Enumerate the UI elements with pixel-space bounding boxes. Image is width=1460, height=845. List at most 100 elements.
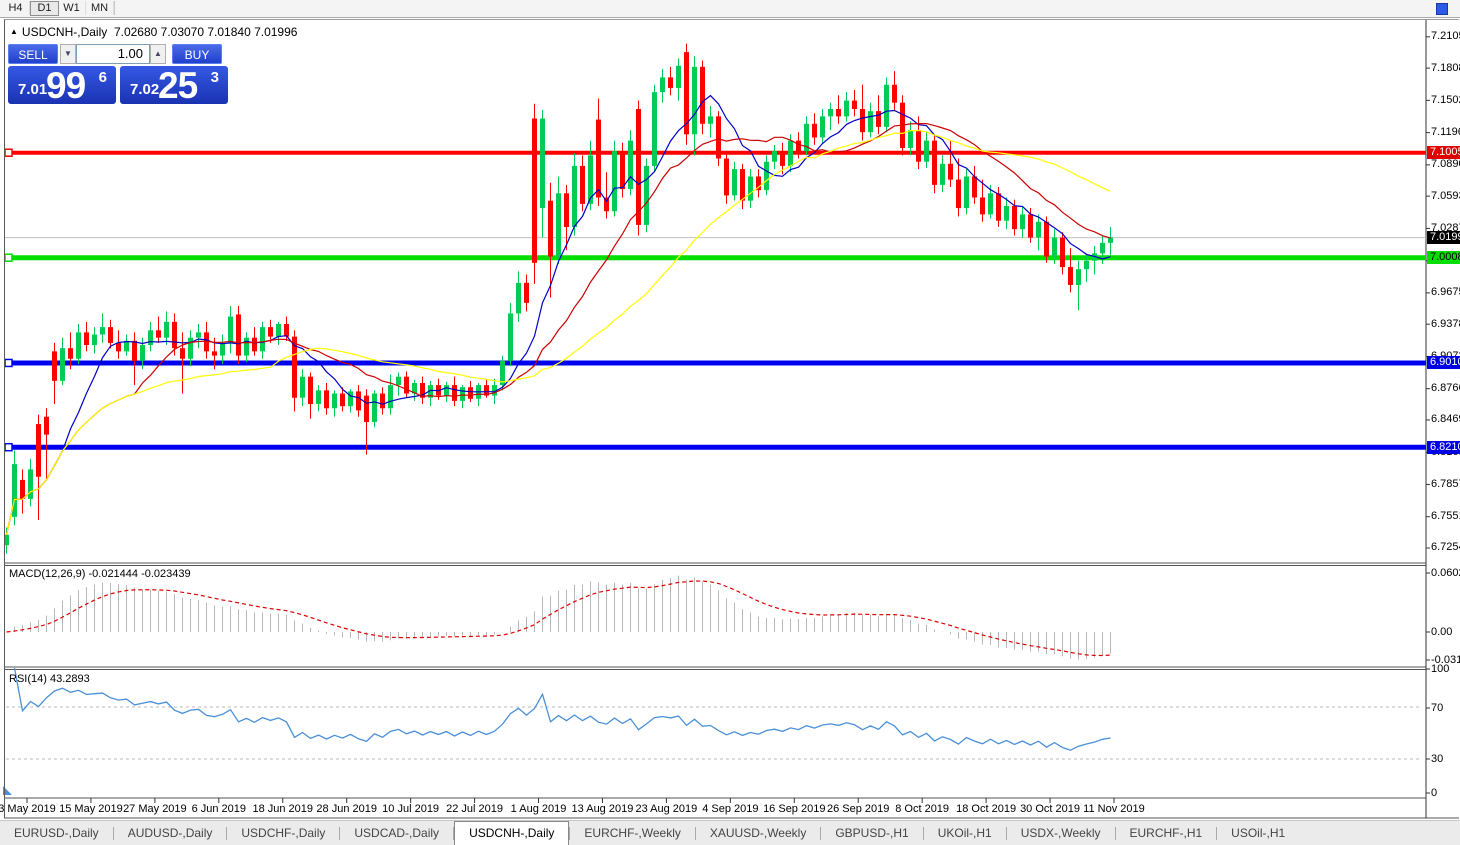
candle-body: [820, 116, 825, 137]
candle-body: [1012, 206, 1017, 229]
candle-body: [196, 332, 201, 337]
timeframe-toolbar: H4D1W1MN: [0, 0, 1460, 18]
candle-body: [732, 169, 737, 195]
chart-tab-usdx-weekly[interactable]: USDX-,Weekly: [1007, 821, 1115, 845]
candle-body: [388, 385, 393, 408]
candle-body: [972, 176, 977, 197]
candle-body: [628, 141, 633, 189]
candle-body: [892, 85, 897, 103]
candle-body: [156, 330, 161, 337]
candle-body: [164, 322, 169, 338]
candle-body: [644, 166, 649, 225]
candle-body: [1068, 267, 1073, 285]
candle-body: [380, 394, 385, 409]
candle-body: [260, 327, 265, 351]
sell-button[interactable]: SELL: [8, 44, 58, 64]
chart-canvas[interactable]: [0, 0, 1460, 845]
candle-body: [116, 343, 121, 351]
rsi-axis-label: 70: [1431, 702, 1443, 715]
toolbar-separator: [114, 1, 115, 15]
chart-tab-usdcad-daily[interactable]: USDCAD-,Daily: [340, 821, 453, 845]
price-axis-label: 7.15020: [1431, 94, 1460, 107]
candle-body: [468, 387, 473, 399]
ohlc-readout: 7.02680 7.03070 7.01840 7.01996: [114, 25, 298, 39]
chart-tab-usdcnh-daily[interactable]: USDCNH-,Daily: [454, 821, 569, 845]
trading-terminal-window: H4D1W1MN ▲ USDCNH-,Daily 7.02680 7.03070 …: [0, 0, 1460, 845]
candle-body: [1108, 238, 1113, 243]
candle-body: [556, 193, 561, 256]
candle-body: [948, 164, 953, 180]
candle-body: [1028, 214, 1033, 237]
candle-body: [692, 67, 697, 134]
candle-body: [876, 111, 881, 127]
rsi-line: [15, 668, 1111, 750]
candle-body: [20, 480, 25, 499]
candle-body: [172, 322, 177, 348]
price-axis-label: 7.05930: [1431, 190, 1460, 203]
candle-body: [780, 151, 785, 166]
buy-button[interactable]: BUY: [172, 44, 222, 64]
candle-body: [332, 394, 337, 409]
sell-price-big-digits: 99: [46, 65, 85, 107]
rsi-axis-label: 0: [1431, 787, 1437, 800]
volume-decrease-button[interactable]: ▼: [60, 44, 76, 64]
candle-body: [84, 332, 89, 345]
line-drag-handle[interactable]: [5, 149, 12, 156]
candle-body: [348, 391, 353, 406]
candle-body: [276, 324, 281, 337]
window-icon[interactable]: [1436, 3, 1448, 15]
chart-tab-usoil-h1[interactable]: USOil-,H1: [1217, 821, 1299, 845]
buy-price-display[interactable]: 7.02 25 3: [120, 66, 228, 104]
candle-body: [708, 116, 713, 123]
sell-price-pip-digit: 6: [99, 69, 107, 86]
price-level-badge: 6.82103: [1427, 441, 1460, 454]
candle-body: [988, 193, 993, 214]
candle-body: [60, 348, 65, 381]
chart-tab-xauusd-weekly[interactable]: XAUUSD-,Weekly: [696, 821, 820, 845]
buy-price-handle: 7.02: [130, 81, 159, 98]
timeframe-button-d1[interactable]: D1: [30, 1, 59, 16]
chart-frame-border: [4, 19, 5, 818]
chart-tab-eurchf-h1[interactable]: EURCHF-,H1: [1116, 821, 1217, 845]
candle-body: [92, 335, 97, 346]
collapse-arrow-icon[interactable]: ▲: [10, 27, 18, 36]
candle-body: [452, 385, 457, 401]
timeframe-button-h4[interactable]: H4: [2, 1, 30, 15]
candle-body: [924, 141, 929, 162]
chart-tab-eurchf-weekly[interactable]: EURCHF-,Weekly: [570, 821, 694, 845]
volume-increase-button[interactable]: ▲: [150, 44, 166, 64]
chart-tab-gbpusd-h1[interactable]: GBPUSD-,H1: [821, 821, 922, 845]
sell-price-handle: 7.01: [18, 81, 47, 98]
sell-price-display[interactable]: 7.01 99 6: [8, 66, 116, 104]
line-drag-handle[interactable]: [5, 254, 12, 261]
rsi-axis-label: 30: [1431, 753, 1443, 766]
timeframe-button-w1[interactable]: W1: [58, 1, 86, 15]
volume-input[interactable]: 1.00: [76, 44, 150, 64]
candle-body: [564, 193, 569, 227]
candle-body: [316, 390, 321, 404]
candle-body: [36, 424, 41, 477]
candle-body: [364, 396, 369, 422]
timeframe-button-mn[interactable]: MN: [86, 1, 114, 15]
price-axis-label: 7.11960: [1431, 126, 1460, 139]
candle-body: [212, 351, 217, 355]
chart-tab-audusd-daily[interactable]: AUDUSD-,Daily: [114, 821, 227, 845]
line-drag-handle[interactable]: [5, 444, 12, 451]
candle-body: [44, 417, 49, 435]
candle-body: [572, 166, 577, 227]
chart-tab-eurusd-daily[interactable]: EURUSD-,Daily: [0, 821, 113, 845]
candle-body: [716, 116, 721, 158]
line-drag-handle[interactable]: [5, 359, 12, 366]
chart-tab-usdchf-daily[interactable]: USDCHF-,Daily: [227, 821, 339, 845]
chart-tab-ukoil-h1[interactable]: UKOil-,H1: [924, 821, 1006, 845]
candle-body: [620, 151, 625, 189]
candle-body: [772, 151, 777, 162]
candle-body: [540, 118, 545, 208]
candle-body: [68, 348, 73, 359]
macd-axis-label: 0.00: [1431, 626, 1452, 639]
candle-body: [108, 327, 113, 343]
candle-body: [884, 85, 889, 127]
rsi-axis-label: 100: [1431, 663, 1449, 676]
price-axis-label: 7.18080: [1431, 62, 1460, 75]
candle-body: [548, 201, 553, 257]
